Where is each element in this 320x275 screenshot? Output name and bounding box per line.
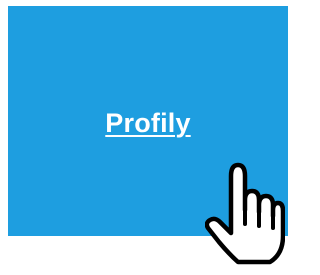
hand-pointer-icon	[205, 162, 285, 265]
profily-tile-label: Profily	[105, 107, 191, 138]
canvas: Profily	[0, 0, 295, 275]
